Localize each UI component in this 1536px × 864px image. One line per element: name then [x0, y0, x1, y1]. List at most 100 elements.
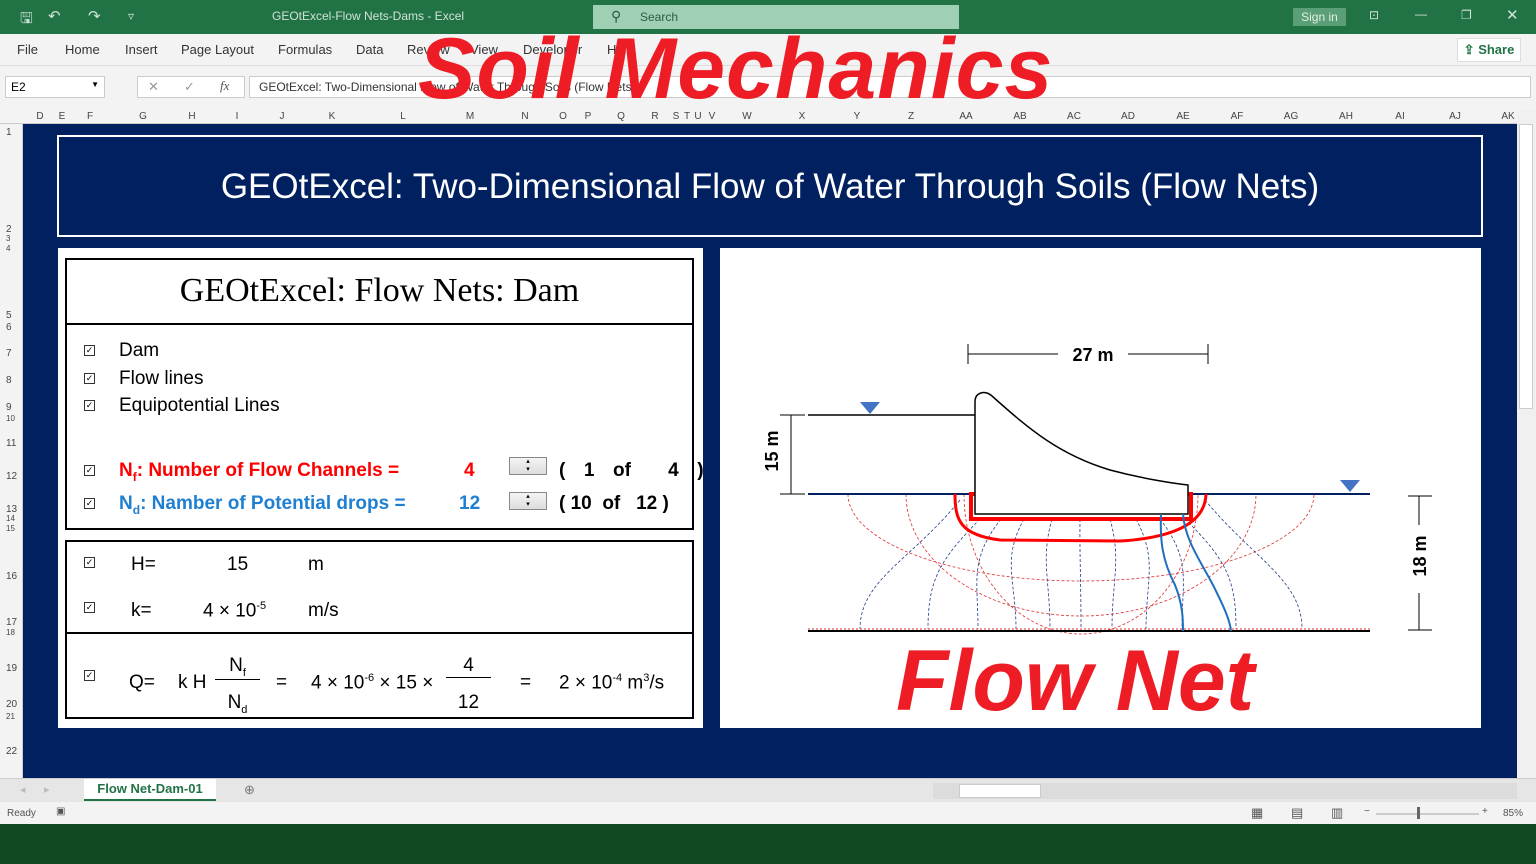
nd-checkbox[interactable]: ✓ — [84, 498, 95, 509]
horizontal-scroll-thumb[interactable] — [959, 784, 1041, 798]
head-label: 15 m — [762, 430, 782, 471]
h-unit: m — [308, 554, 324, 575]
customize-qat-icon[interactable]: ▿ — [128, 9, 134, 23]
q-checkbox[interactable]: ✓ — [84, 670, 95, 681]
row-header-9[interactable]: 9 — [6, 402, 12, 413]
page-layout-view-icon[interactable]: ▤ — [1291, 805, 1303, 821]
column-header-AD[interactable]: AD — [1121, 111, 1135, 122]
row-header-7[interactable]: 7 — [6, 348, 12, 359]
horizontal-scrollbar[interactable] — [933, 783, 1517, 799]
insert-function-icon[interactable]: fx — [220, 78, 229, 94]
nd-spinner[interactable]: ▴ ▾ — [509, 492, 547, 510]
row-header-22[interactable]: 22 — [6, 746, 17, 757]
row-header-14[interactable]: 14 — [6, 514, 15, 523]
row-header-12[interactable]: 12 — [6, 471, 17, 482]
overlay-flow-net: Flow Net — [896, 633, 1255, 729]
sheet-tab-flow-net-dam-01[interactable]: Flow Net-Dam-01 — [84, 779, 216, 801]
column-header-AE[interactable]: AE — [1176, 111, 1189, 122]
k-checkbox[interactable]: ✓ — [84, 602, 95, 613]
tab-page-layout[interactable]: Page Layout — [181, 42, 254, 57]
next-sheet-icon[interactable]: ▸ — [44, 783, 50, 796]
h-value: 15 — [227, 554, 249, 575]
row-header-21[interactable]: 21 — [6, 712, 15, 721]
worksheet-area[interactable]: GEOtExcel: Two-Dimensional Flow of Water… — [23, 124, 1517, 778]
column-header-G[interactable]: G — [139, 111, 147, 122]
column-header-AF[interactable]: AF — [1231, 111, 1244, 122]
row-header-20[interactable]: 20 — [6, 699, 17, 710]
vertical-scrollbar[interactable] — [1517, 110, 1536, 778]
minimize-icon[interactable]: — — [1415, 7, 1427, 21]
share-icon: ⇪ — [1463, 42, 1479, 57]
row-header-19[interactable]: 19 — [6, 663, 17, 674]
column-header-AI[interactable]: AI — [1395, 111, 1404, 122]
save-icon[interactable]: 🖫 — [20, 8, 33, 33]
row-header-6[interactable]: 6 — [6, 322, 12, 333]
flow-lines-checkbox[interactable]: ✓ — [84, 373, 95, 384]
row-header-18[interactable]: 18 — [6, 628, 15, 637]
dam-label: Dam — [119, 340, 160, 361]
row-header-11[interactable]: 11 — [6, 438, 16, 449]
undo-icon[interactable]: ↶ — [48, 7, 61, 25]
row-header-1[interactable]: 1 — [6, 127, 12, 138]
nf-checkbox[interactable]: ✓ — [84, 465, 95, 476]
column-header-J[interactable]: J — [280, 111, 285, 122]
share-button[interactable]: ⇪ Share — [1457, 38, 1521, 62]
row-header-8[interactable]: 8 — [6, 375, 12, 386]
restore-icon[interactable]: ❐ — [1461, 8, 1472, 22]
tab-home[interactable]: Home — [65, 42, 100, 57]
tab-data[interactable]: Data — [356, 42, 383, 57]
equipotential-checkbox[interactable]: ✓ — [84, 400, 95, 411]
macro-record-icon[interactable]: ▣ — [56, 806, 65, 817]
column-header-K[interactable]: K — [329, 111, 336, 122]
column-header-AJ[interactable]: AJ — [1449, 111, 1461, 122]
add-sheet-icon[interactable]: ⊕ — [244, 782, 255, 798]
enter-icon[interactable]: ✓ — [184, 79, 195, 95]
flow-line — [927, 518, 981, 630]
column-header-AG[interactable]: AG — [1284, 111, 1298, 122]
row-header-5[interactable]: 5 — [6, 310, 12, 321]
row-header-15[interactable]: 15 — [6, 524, 15, 533]
page-break-view-icon[interactable]: ▥ — [1331, 805, 1343, 821]
vertical-scroll-thumb[interactable] — [1519, 124, 1533, 409]
tab-insert[interactable]: Insert — [125, 42, 158, 57]
column-header-F[interactable]: F — [87, 111, 93, 122]
tab-file[interactable]: File — [17, 42, 38, 57]
close-icon[interactable]: ✕ — [1506, 6, 1519, 24]
redo-icon[interactable]: ↷ — [88, 7, 101, 25]
column-header-D[interactable]: D — [36, 111, 43, 122]
column-header-H[interactable]: H — [188, 111, 195, 122]
column-header-I[interactable]: I — [236, 111, 239, 122]
normal-view-icon[interactable]: ▦ — [1251, 805, 1263, 821]
column-header-AH[interactable]: AH — [1339, 111, 1353, 122]
zoom-slider[interactable]: − + — [1364, 806, 1494, 820]
sign-in-button[interactable]: Sign in — [1293, 8, 1346, 26]
column-header-E[interactable]: E — [59, 111, 66, 122]
zoom-level: 85% — [1503, 808, 1524, 819]
tab-formulas[interactable]: Formulas — [278, 42, 332, 57]
name-box[interactable]: E2 ▼ — [5, 76, 105, 98]
row-header-4[interactable]: 4 — [6, 244, 10, 253]
nf-spinner[interactable]: ▴ ▾ — [509, 457, 547, 475]
equipotential-line — [963, 493, 1199, 635]
column-header-L[interactable]: L — [400, 111, 406, 122]
prev-sheet-icon[interactable]: ◂ — [20, 783, 26, 796]
status-bar: Ready ▣ ▦ ▤ ▥ − + 85% — [0, 802, 1536, 824]
depth-label: 18 m — [1410, 535, 1430, 576]
equipotential-label: Equipotential Lines — [119, 395, 280, 416]
ribbon-display-icon[interactable]: ⊡ — [1369, 8, 1379, 22]
taskbar-area — [0, 824, 1536, 864]
row-header-17[interactable]: 17 — [6, 617, 17, 628]
k-unit: m/s — [308, 600, 339, 621]
h-checkbox[interactable]: ✓ — [84, 557, 95, 568]
column-header-AC[interactable]: AC — [1067, 111, 1081, 122]
dam-checkbox[interactable]: ✓ — [84, 345, 95, 356]
row-header-3[interactable]: 3 — [6, 234, 10, 243]
q-equals: = — [276, 672, 288, 693]
cancel-icon[interactable]: ✕ — [148, 79, 159, 95]
column-header-AK[interactable]: AK — [1501, 111, 1514, 122]
row-header-10[interactable]: 10 — [6, 414, 15, 423]
q-calc-num: 4 — [446, 655, 491, 678]
q-fraction-den: Nd — [227, 692, 248, 716]
row-headers: 1 2 3 4 5 6 7 8 9 10 11 12 13 14 15 16 17 18 19 20 21 22 — [0, 124, 23, 778]
row-header-16[interactable]: 16 — [6, 571, 17, 582]
